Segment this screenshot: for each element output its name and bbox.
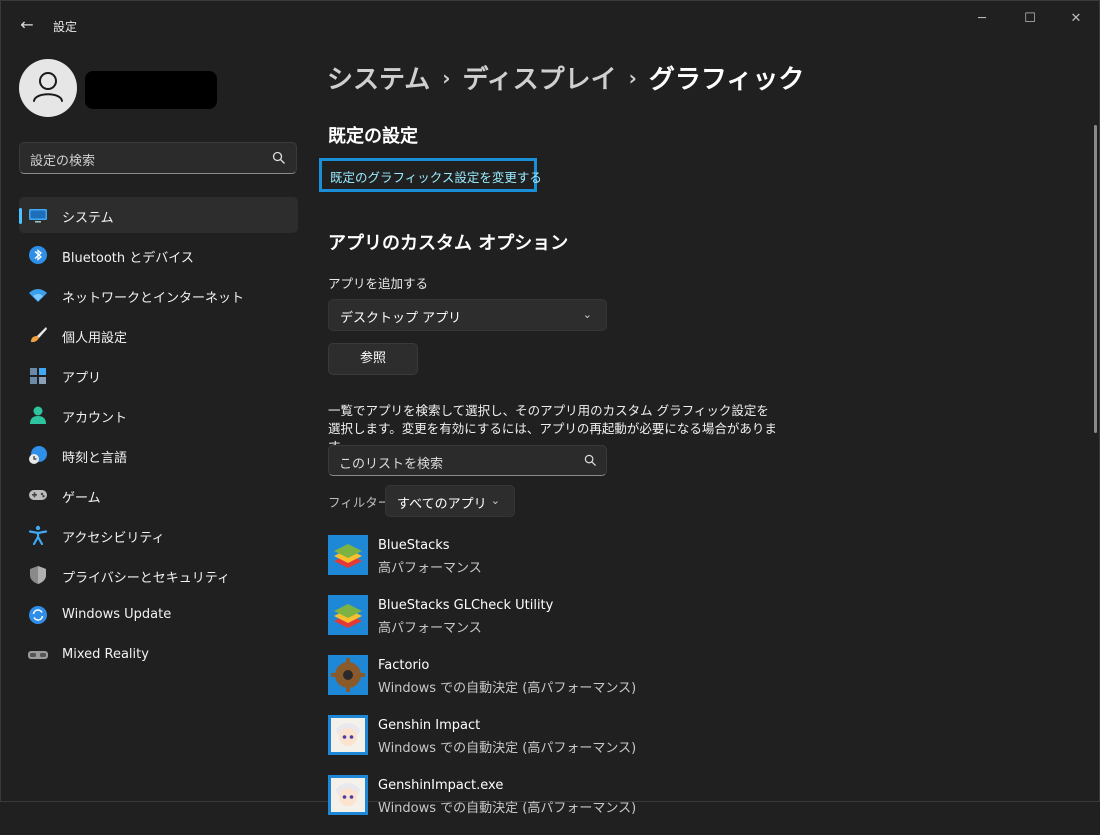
app-preference: 高パフォーマンス bbox=[378, 621, 482, 636]
breadcrumb-separator: › bbox=[628, 66, 637, 90]
list-search-placeholder: このリストを検索 bbox=[339, 457, 444, 472]
minimize-button[interactable]: ─ bbox=[959, 9, 1005, 29]
settings-search-input[interactable]: 設定の検索 bbox=[19, 142, 297, 174]
redacted-username bbox=[85, 71, 217, 109]
list-item[interactable]: Genshin Impact Windows での自動決定 (高パフォーマンス) bbox=[328, 715, 848, 775]
breadcrumb-display[interactable]: ディスプレイ bbox=[462, 65, 616, 95]
sidebar-item-bluetooth[interactable]: Bluetooth とデバイス bbox=[19, 237, 298, 273]
breadcrumb: システム › ディスプレイ › グラフィック bbox=[327, 59, 804, 96]
accessibility-icon bbox=[28, 525, 48, 545]
sidebar-item-gaming[interactable]: ゲーム bbox=[19, 477, 298, 513]
default-settings-heading: 既定の設定 bbox=[328, 126, 418, 147]
search-icon bbox=[272, 151, 285, 164]
factorio-gear-icon bbox=[328, 655, 368, 695]
sidebar-item-label: 個人用設定 bbox=[62, 331, 128, 346]
sidebar-item-system[interactable]: システム bbox=[19, 197, 298, 233]
list-item[interactable]: BlueStacks 高パフォーマンス bbox=[328, 535, 848, 595]
page-title: グラフィック bbox=[648, 65, 805, 95]
shield-icon bbox=[30, 566, 46, 584]
sidebar-item-accounts[interactable]: アカウント bbox=[19, 397, 298, 433]
app-preference: Windows での自動決定 (高パフォーマンス) bbox=[378, 681, 637, 696]
account-icon bbox=[30, 406, 46, 424]
list-item[interactable]: BlueStacks GLCheck Utility 高パフォーマンス bbox=[328, 595, 848, 655]
app-preference: Windows での自動決定 (高パフォーマンス) bbox=[378, 801, 637, 816]
sidebar-item-time-language[interactable]: 時刻と言語 bbox=[19, 437, 298, 473]
headset-icon bbox=[28, 651, 48, 659]
app-preference: Windows での自動決定 (高パフォーマンス) bbox=[378, 741, 637, 756]
filter-value: すべてのアプリ bbox=[397, 497, 487, 512]
app-list: BlueStacks 高パフォーマンス BlueStacks GLCheck U… bbox=[328, 535, 848, 835]
update-icon bbox=[29, 606, 47, 624]
sidebar-item-accessibility[interactable]: アクセシビリティ bbox=[19, 517, 298, 553]
user-icon bbox=[33, 72, 63, 102]
sidebar-item-label: システム bbox=[62, 211, 114, 226]
genshin-icon bbox=[328, 715, 368, 755]
app-name: BlueStacks bbox=[378, 538, 450, 553]
back-arrow-icon[interactable]: ← bbox=[17, 15, 37, 35]
sidebar-item-label: アカウント bbox=[62, 411, 128, 426]
chevron-down-icon: ⌄ bbox=[582, 308, 592, 321]
list-search-input[interactable]: このリストを検索 bbox=[328, 445, 607, 476]
list-item[interactable]: Factorio Windows での自動決定 (高パフォーマンス) bbox=[328, 655, 848, 715]
system-display-icon bbox=[29, 209, 47, 223]
sidebar-item-privacy[interactable]: プライバシーとセキュリティ bbox=[19, 557, 298, 593]
search-placeholder: 設定の検索 bbox=[30, 154, 96, 169]
apps-icon bbox=[30, 368, 46, 384]
scrollbar[interactable] bbox=[1094, 125, 1097, 433]
app-name: Factorio bbox=[378, 658, 430, 673]
change-default-graphics-link[interactable]: 既定のグラフィックス設定を変更する bbox=[330, 167, 542, 186]
sidebar-item-label: Mixed Reality bbox=[62, 647, 149, 662]
globe-clock-icon bbox=[29, 446, 47, 464]
brush-icon bbox=[31, 327, 47, 343]
sidebar-item-personalization[interactable]: 個人用設定 bbox=[19, 317, 298, 353]
app-name: BlueStacks GLCheck Utility bbox=[378, 598, 554, 613]
maximize-button[interactable]: ☐ bbox=[1007, 9, 1053, 29]
wifi-icon bbox=[29, 289, 47, 302]
bluestacks-icon bbox=[328, 535, 368, 575]
sidebar-item-mixed-reality[interactable]: Mixed Reality bbox=[19, 637, 298, 673]
app-preference: 高パフォーマンス bbox=[378, 561, 482, 576]
window-title: 設定 bbox=[53, 20, 78, 34]
avatar[interactable] bbox=[19, 59, 77, 117]
bluetooth-icon bbox=[29, 246, 47, 264]
app-type-value: デスクトップ アプリ bbox=[340, 311, 462, 326]
sidebar-item-label: ゲーム bbox=[62, 491, 101, 506]
close-window-button[interactable]: ✕ bbox=[1053, 9, 1099, 29]
sidebar-item-label: アクセシビリティ bbox=[62, 531, 165, 546]
sidebar-item-network[interactable]: ネットワークとインターネット bbox=[19, 277, 298, 313]
browse-button[interactable]: 参照 bbox=[328, 343, 418, 375]
breadcrumb-separator: › bbox=[442, 66, 451, 90]
gamepad-icon bbox=[29, 490, 47, 500]
add-app-label: アプリを追加する bbox=[328, 276, 429, 291]
app-name: Genshin Impact bbox=[378, 718, 481, 733]
breadcrumb-system[interactable]: システム bbox=[327, 65, 430, 95]
sidebar-item-label: ネットワークとインターネット bbox=[62, 291, 245, 306]
sidebar-item-windows-update[interactable]: Windows Update bbox=[19, 597, 298, 633]
filter-dropdown[interactable]: すべてのアプリ ⌄ bbox=[385, 485, 515, 517]
chevron-down-icon: ⌄ bbox=[490, 494, 500, 507]
sidebar-item-label: Bluetooth とデバイス bbox=[62, 251, 194, 266]
app-type-dropdown[interactable]: デスクトップ アプリ ⌄ bbox=[328, 299, 607, 331]
bluestacks-icon bbox=[328, 595, 368, 635]
sidebar-item-label: 時刻と言語 bbox=[62, 451, 128, 466]
list-item[interactable]: GenshinImpact.exe Windows での自動決定 (高パフォーマ… bbox=[328, 775, 848, 835]
title-bar: ← 設定 ─ ☐ ✕ bbox=[1, 1, 1100, 49]
sidebar-item-label: プライバシーとセキュリティ bbox=[62, 571, 230, 586]
custom-options-heading: アプリのカスタム オプション bbox=[328, 233, 569, 254]
app-name: GenshinImpact.exe bbox=[378, 778, 504, 793]
sidebar-item-apps[interactable]: アプリ bbox=[19, 357, 298, 393]
search-icon bbox=[584, 454, 597, 467]
sidebar-item-label: アプリ bbox=[62, 371, 102, 386]
sidebar-nav: システム Bluetooth とデバイス ネットワークとインターネット 個人用設… bbox=[19, 197, 298, 677]
genshin-icon bbox=[328, 775, 368, 815]
sidebar-item-label: Windows Update bbox=[62, 607, 172, 622]
